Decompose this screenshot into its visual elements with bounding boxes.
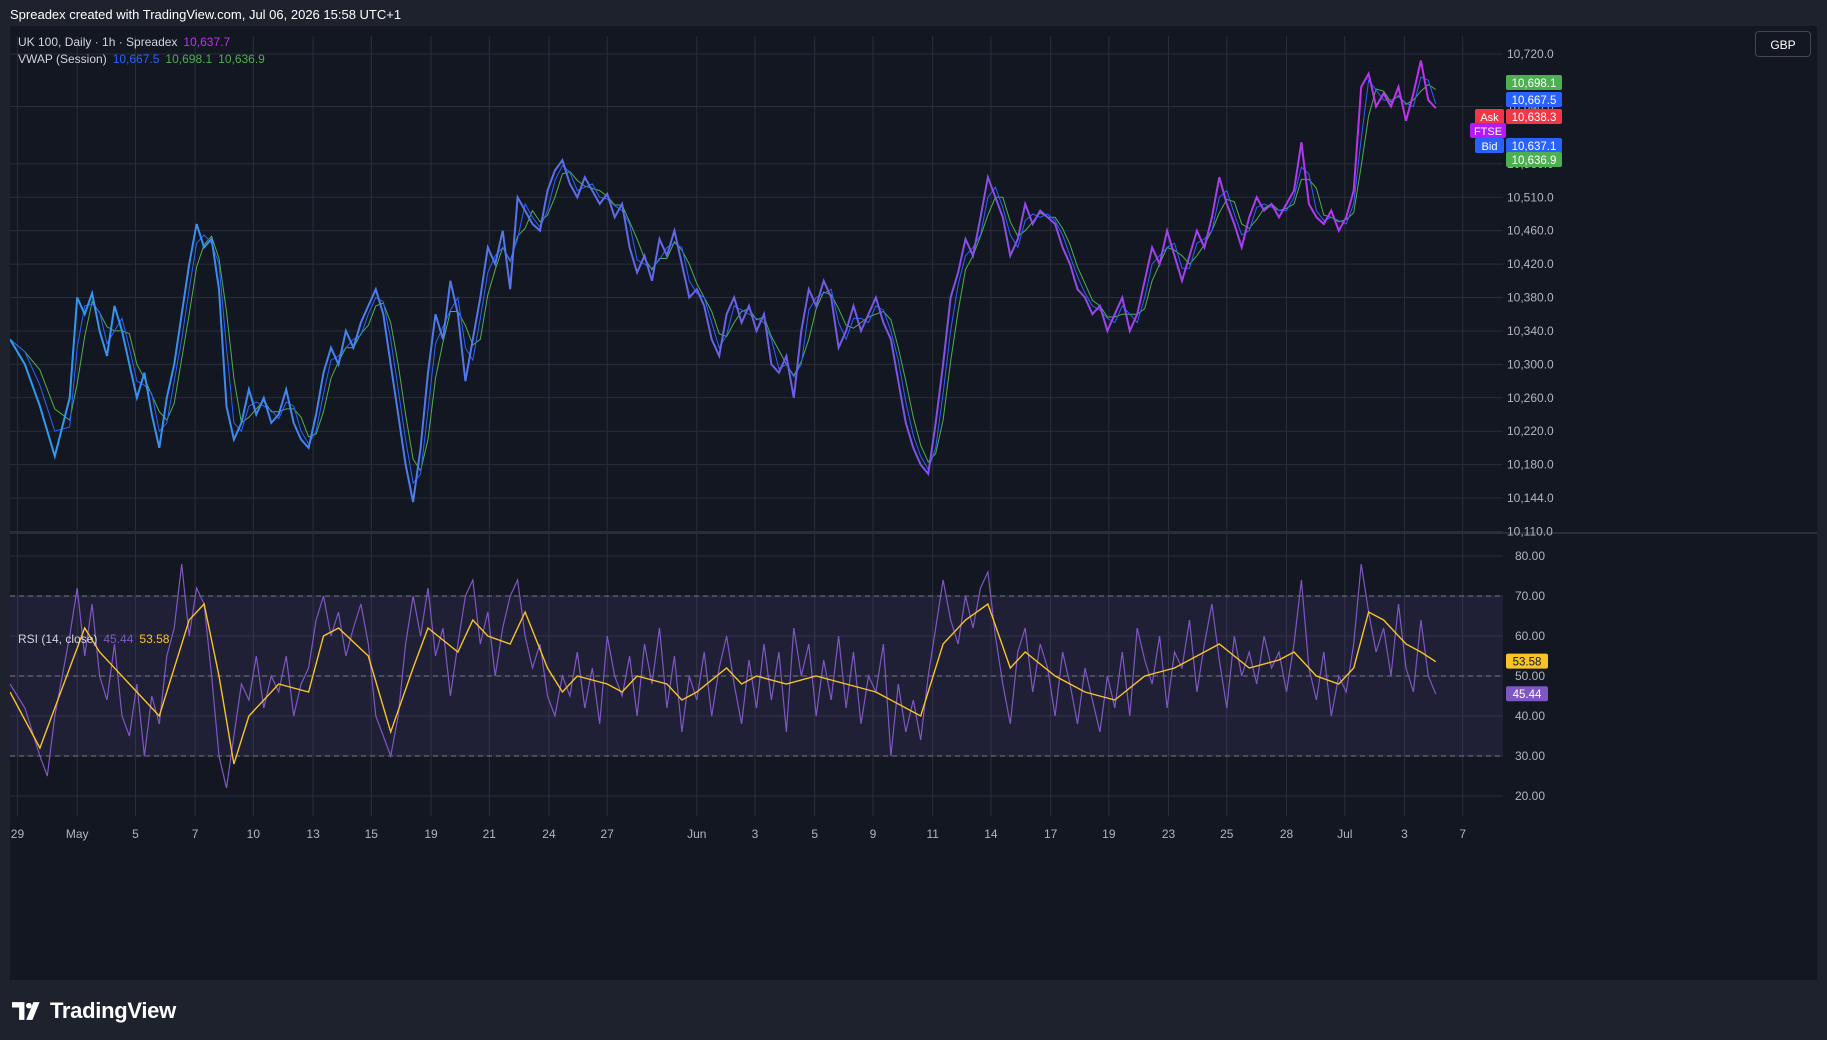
- rsi-ma-value: 53.58: [139, 632, 170, 646]
- rsi-title: RSI (14, close): [18, 632, 98, 646]
- symbol-value: 10,637.7: [183, 35, 231, 49]
- time-tick-label: Jun: [687, 827, 706, 841]
- chart-header: Spreadex created with TradingView.com, J…: [0, 0, 1827, 26]
- time-tick-label: 5: [811, 827, 818, 841]
- price-tags: 10,698.1 10,667.5 10,638.3 Ask FTSE 10,637.1 B…: [1470, 75, 1562, 167]
- price-tag-text: 10,638.3: [1512, 112, 1557, 124]
- vwap-title: VWAP (Session): [18, 52, 107, 66]
- price-tick-label: 10,144.0: [1507, 491, 1554, 505]
- rsi-value: 45.44: [103, 632, 134, 646]
- symbol-legend[interactable]: UK 100, Daily · 1h · Spreadex 10,637.7: [18, 35, 236, 49]
- time-tick-label: 29: [11, 827, 25, 841]
- currency-button[interactable]: GBP: [1755, 31, 1811, 57]
- vwap-value-2: 10,698.1: [165, 52, 213, 66]
- price-tag-label: Ask: [1480, 112, 1499, 124]
- chart-frame[interactable]: 10,110.0 10,144.0 10,180.0 10,220.0 10,260.0…: [10, 26, 1817, 980]
- rsi-tick-label: 30.00: [1515, 749, 1545, 763]
- time-axis[interactable]: 29 May 5 7 10 13 15 19 21 24 27 Jun 3 5 9 11 14 17 19 23 25 2…: [11, 827, 1467, 841]
- time-tick-label: 3: [1401, 827, 1408, 841]
- time-tick-label: 11: [926, 827, 939, 841]
- time-tick-label: 28: [1280, 827, 1294, 841]
- vwap-value-1: 10,667.5: [112, 52, 160, 66]
- time-tick-label: 7: [192, 827, 199, 841]
- price-tick-label: 10,180.0: [1507, 458, 1554, 472]
- time-tick-label: May: [66, 827, 89, 841]
- time-tick-label: 24: [542, 827, 556, 841]
- price-tick-label: 10,110.0: [1507, 525, 1553, 539]
- time-tick-label: Jul: [1337, 827, 1352, 841]
- price-line: [10, 60, 1437, 503]
- rsi-tag-text: 53.58: [1513, 657, 1542, 669]
- time-tick-label: 5: [132, 827, 139, 841]
- time-tick-label: 3: [752, 827, 759, 841]
- price-tag-text: 10,667.5: [1512, 95, 1557, 107]
- tradingview-logo[interactable]: TradingView: [12, 998, 176, 1024]
- vwap-value-3: 10,636.9: [218, 52, 265, 66]
- rsi-legend[interactable]: RSI (14, close) 45.44 53.58: [18, 632, 175, 646]
- price-tick-label: 10,340.0: [1507, 324, 1554, 338]
- price-tick-label: 10,510.0: [1507, 190, 1554, 204]
- footer: TradingView: [0, 980, 1827, 1040]
- time-tick-label: 15: [365, 827, 379, 841]
- symbol-title: UK 100, Daily · 1h · Spreadex: [18, 35, 178, 49]
- rsi-axis[interactable]: 20.00 30.00 40.00 50.00 60.00 70.00 80.00: [1515, 549, 1545, 803]
- chart-svg[interactable]: 10,110.0 10,144.0 10,180.0 10,220.0 10,260.0…: [10, 26, 1817, 980]
- price-tag-text: 10,637.1: [1512, 141, 1557, 153]
- tradingview-logo-icon: [12, 1002, 40, 1020]
- price-tag-label: Bid: [1482, 141, 1498, 153]
- rsi-tick-label: 70.00: [1515, 589, 1545, 603]
- price-tick-label: 10,380.0: [1507, 291, 1554, 305]
- vwap-upper-line: [10, 83, 1437, 473]
- price-tick-label: 10,720.0: [1507, 47, 1554, 61]
- time-tick-label: 10: [247, 827, 261, 841]
- time-tick-label: 23: [1162, 827, 1176, 841]
- rsi-tick-label: 50.00: [1515, 669, 1545, 683]
- time-tick-label: 13: [306, 827, 320, 841]
- time-tick-label: 19: [424, 827, 438, 841]
- price-tick-label: 10,220.0: [1507, 424, 1554, 438]
- time-tick-label: 21: [483, 827, 497, 841]
- price-tag-text: 10,636.9: [1512, 155, 1557, 167]
- time-tick-label: 9: [870, 827, 877, 841]
- time-tick-label: 19: [1102, 827, 1116, 841]
- rsi-tick-label: 60.00: [1515, 629, 1545, 643]
- tradingview-logo-text: TradingView: [50, 998, 176, 1023]
- time-tick-label: 7: [1459, 827, 1466, 841]
- time-tick-label: 25: [1220, 827, 1234, 841]
- time-tick-label: 14: [984, 827, 998, 841]
- price-series: [10, 60, 1437, 503]
- price-tick-label: 10,300.0: [1507, 357, 1554, 371]
- price-tick-label: 10,460.0: [1507, 224, 1554, 238]
- price-tag-label: FTSE: [1474, 126, 1502, 138]
- time-tick-label: 27: [601, 827, 615, 841]
- price-tag-text: 10,698.1: [1512, 78, 1557, 90]
- rsi-tick-label: 20.00: [1515, 789, 1545, 803]
- vwap-line: [10, 76, 1437, 485]
- rsi-tag-text: 45.44: [1513, 689, 1542, 701]
- price-tick-label: 10,420.0: [1507, 257, 1554, 271]
- rsi-tick-label: 80.00: [1515, 549, 1545, 563]
- vwap-legend[interactable]: VWAP (Session) 10,667.5 10,698.1 10,636.9: [18, 52, 271, 66]
- rsi-tick-label: 40.00: [1515, 709, 1545, 723]
- price-tick-label: 10,260.0: [1507, 391, 1554, 405]
- header-text: Spreadex created with TradingView.com, J…: [10, 7, 402, 22]
- time-tick-label: 17: [1044, 827, 1058, 841]
